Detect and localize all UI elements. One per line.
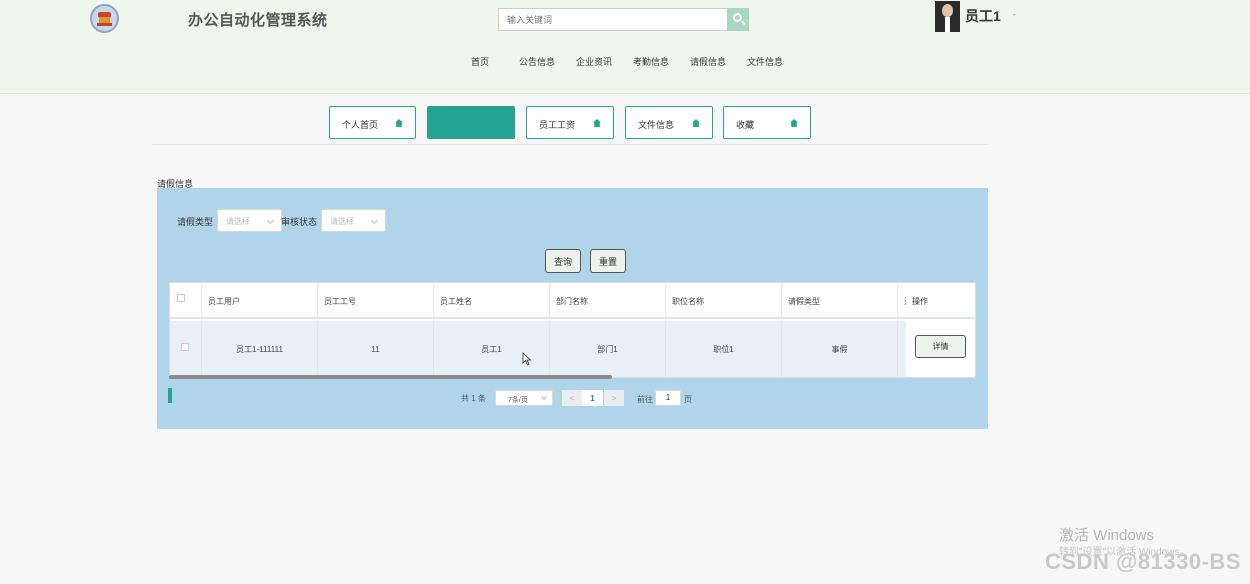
top-nav: 首页 公告信息 企业资讯 考勤信息 请假信息 文件信息	[0, 55, 1250, 69]
audit-status-label: 审核状态	[281, 217, 318, 227]
user-name[interactable]: 员工1	[965, 6, 1001, 26]
row-checkbox-cell	[170, 321, 202, 377]
tab-leave-info[interactable]: 请假信息	[427, 106, 515, 139]
home-icon	[494, 119, 502, 127]
nav-item-home[interactable]: 首页	[471, 55, 489, 68]
prev-page-button[interactable]: <	[562, 390, 582, 406]
nav-item-attendance[interactable]: 考勤信息	[633, 55, 669, 68]
select-all-checkbox[interactable]	[177, 294, 185, 302]
tab-label: 收藏	[736, 120, 755, 130]
mouse-cursor-icon	[522, 352, 532, 366]
tab-personal-home[interactable]: 个人首页	[329, 106, 416, 139]
column-header-actions: 操作	[906, 283, 975, 319]
goto-page-input[interactable]: 1	[655, 390, 681, 406]
home-icon	[593, 119, 601, 127]
header: 办公自动化管理系统 员工1 -	[0, 0, 1250, 94]
tab-favorites[interactable]: 收藏	[723, 106, 811, 139]
accent-marker	[168, 388, 172, 403]
chevron-down-icon	[541, 394, 547, 400]
query-button[interactable]: 查询	[545, 249, 581, 273]
column-header[interactable]: 请假类型	[782, 283, 898, 319]
column-header[interactable]: 员工姓名	[434, 283, 550, 319]
tab-files[interactable]: 文件信息	[625, 106, 713, 139]
page-size-value: 7条/页	[508, 397, 528, 404]
page-suffix: 页	[684, 395, 692, 404]
leave-type-select[interactable]: 请选择	[217, 209, 282, 232]
reset-button[interactable]: 重置	[590, 249, 626, 273]
logo-emblem-icon	[90, 4, 119, 33]
divider	[152, 144, 988, 145]
pagination-total: 共 1 条	[461, 394, 486, 403]
audit-status-select[interactable]: 请选择	[321, 209, 386, 232]
nav-item-announcements[interactable]: 公告信息	[519, 55, 555, 68]
chevron-down-icon	[370, 216, 379, 225]
detail-button[interactable]: 详情	[915, 335, 966, 358]
leave-type-label: 请假类型	[177, 217, 214, 227]
home-icon	[790, 119, 798, 127]
tab-label: 员工工资	[539, 120, 576, 130]
site-title: 办公自动化管理系统	[188, 12, 328, 29]
tab-label: 个人首页	[342, 120, 379, 130]
column-header[interactable]: 部门名称	[550, 283, 666, 319]
tab-salary[interactable]: 员工工资	[526, 106, 614, 139]
search-button[interactable]	[727, 8, 749, 31]
horizontal-scrollbar[interactable]	[169, 375, 612, 379]
column-header[interactable]: 员工工号	[318, 283, 434, 319]
home-icon	[692, 119, 700, 127]
csdn-watermark: CSDN @81330-BS	[1045, 549, 1241, 574]
table-cell: 员工1-111111	[202, 321, 318, 377]
table-cell: 员工1	[434, 321, 550, 377]
nav-item-leave[interactable]: 请假信息	[690, 55, 726, 68]
column-header[interactable]: 职位名称	[666, 283, 782, 319]
table-cell: 职位1	[666, 321, 782, 377]
table-cell: 事假	[782, 321, 898, 377]
chevron-down-icon	[266, 216, 275, 225]
select-placeholder: 请选择	[330, 217, 354, 226]
page-size-select[interactable]: 7条/页	[495, 390, 553, 406]
avatar[interactable]	[935, 1, 960, 32]
tab-label: 文件信息	[638, 120, 675, 130]
column-header[interactable]: 员工用户	[202, 283, 318, 319]
row-checkbox[interactable]	[181, 343, 189, 351]
leave-table: 员工用户 员工工号 员工姓名 部门名称 职位名称 请假类型 开 员工1-1111…	[169, 282, 976, 378]
nav-item-company-news[interactable]: 企业资讯	[576, 55, 612, 68]
next-page-button[interactable]: >	[604, 390, 624, 406]
tab-label: 请假信息	[440, 120, 477, 130]
header-checkbox-cell	[170, 283, 202, 319]
home-icon	[395, 119, 403, 127]
table-cell: 部门1	[550, 321, 666, 377]
search-input[interactable]	[498, 8, 728, 31]
table-cell: 11	[318, 321, 434, 377]
page-number-current[interactable]: 1	[582, 390, 603, 406]
select-placeholder: 请选择	[226, 217, 250, 226]
user-menu-caret-icon[interactable]: -	[1013, 10, 1016, 19]
activation-watermark: 激活 Windows	[1059, 527, 1155, 544]
goto-label: 前往	[637, 395, 653, 404]
nav-item-files[interactable]: 文件信息	[747, 55, 783, 68]
